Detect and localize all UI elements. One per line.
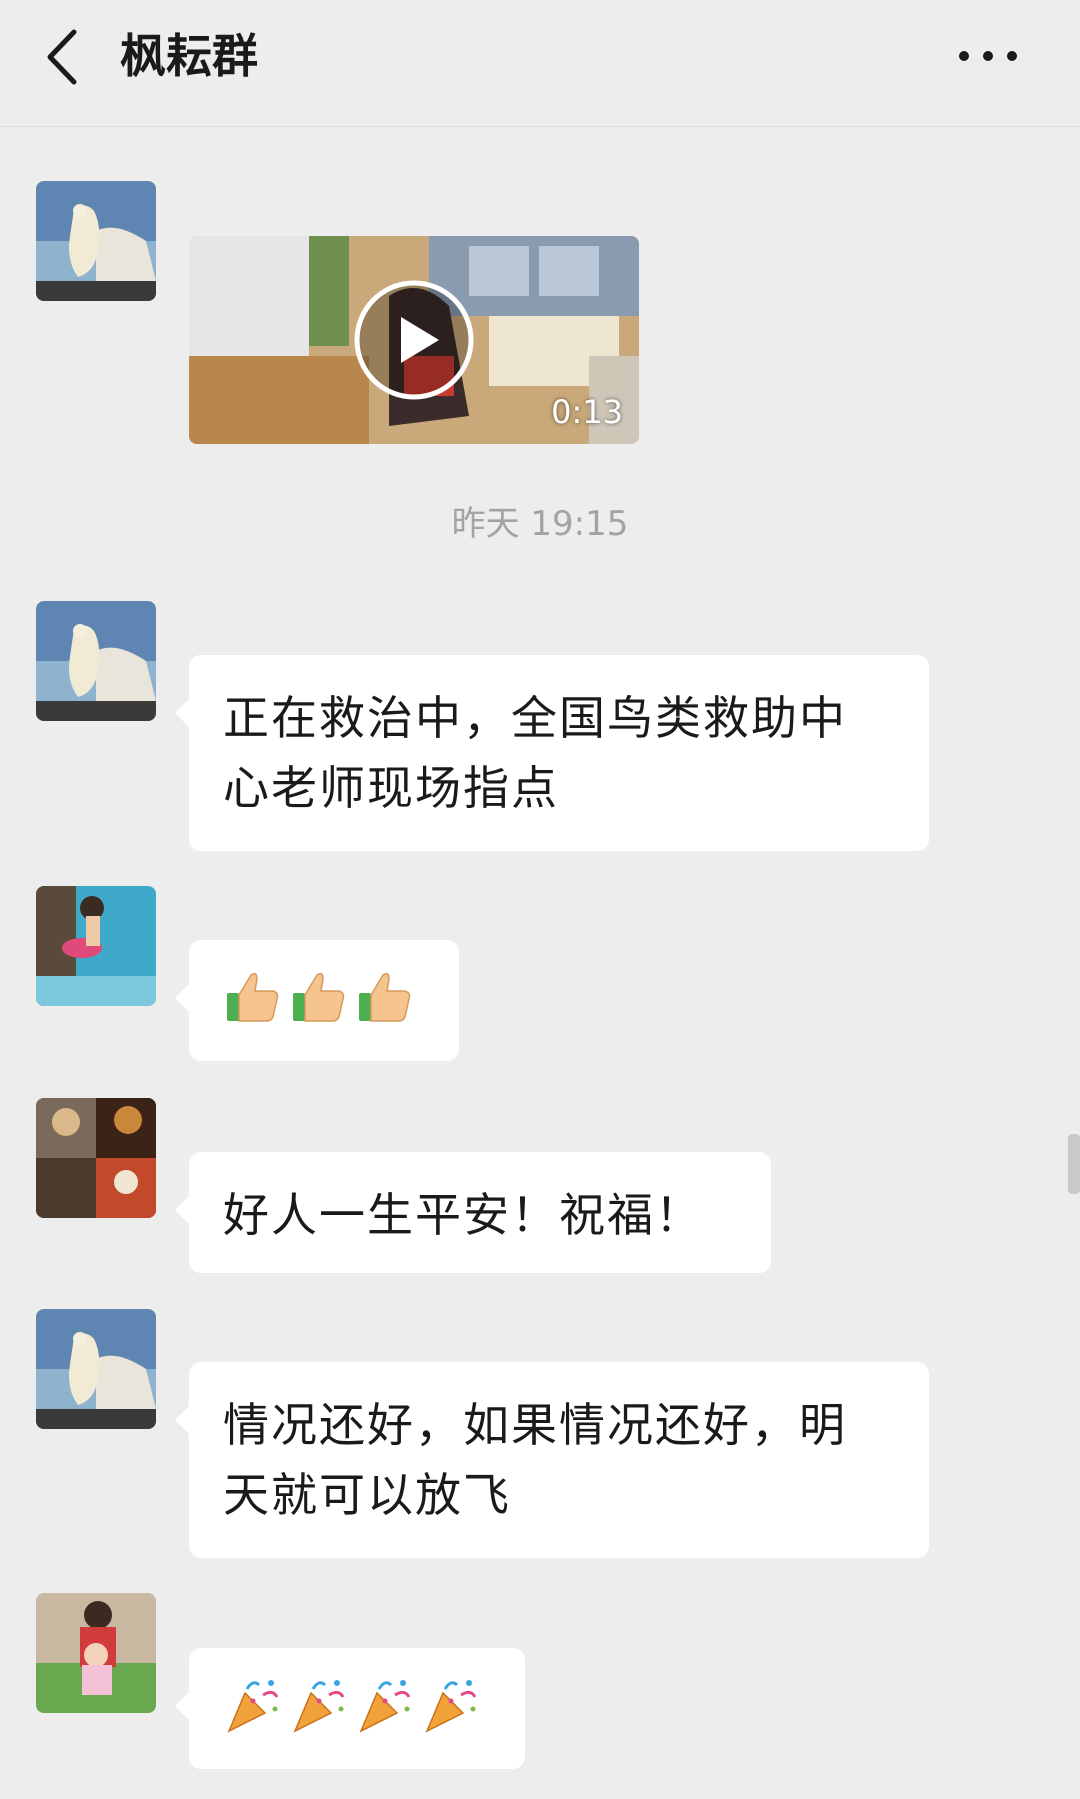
rock-band-avatar[interactable]	[36, 1098, 156, 1218]
party-popper-icon	[293, 1680, 345, 1733]
thumbs-up-icon	[359, 972, 411, 1022]
chat-bubble[interactable]: 好人一生平安！祝福！	[175, 1152, 771, 1273]
party-popper-icon	[425, 1680, 477, 1733]
message-line: 好人一生平安！祝福！	[223, 1188, 703, 1242]
back-arrow-icon[interactable]	[34, 22, 94, 92]
chat-bubble[interactable]: 正在救治中，全国鸟类救助中 心老师现场指点	[175, 655, 929, 851]
chat-header: 枫耘群	[0, 0, 1080, 127]
child-pool-avatar[interactable]	[36, 886, 156, 1006]
message-line: 天就可以放飞	[223, 1468, 511, 1522]
thumbs-up-icon	[227, 972, 279, 1022]
message-line: 正在救治中，全国鸟类救助中	[223, 691, 847, 745]
party-popper-icon	[227, 1680, 279, 1733]
play-icon[interactable]	[353, 279, 475, 401]
message-timestamp: 昨天 19:15	[451, 504, 629, 544]
more-dots-icon[interactable]	[948, 30, 1028, 80]
message-line: 情况还好，如果情况还好，明	[223, 1398, 847, 1452]
chat-screen: 枫耘群 0:13 昨天 19:15 正在救治中，全国鸟类救助中 心老师现场指点 …	[0, 0, 1080, 1799]
polar-bear-avatar[interactable]	[36, 601, 156, 721]
family-avatar[interactable]	[36, 1593, 156, 1713]
thumbs-up-icon	[293, 972, 345, 1022]
message-line: 心老师现场指点	[223, 761, 559, 815]
chat-bubble[interactable]	[175, 940, 459, 1061]
polar-bear-avatar[interactable]	[36, 181, 156, 301]
chat-bubble[interactable]: 情况还好，如果情况还好，明 天就可以放飞	[175, 1362, 929, 1558]
video-message[interactable]: 0:13	[189, 236, 639, 444]
polar-bear-avatar[interactable]	[36, 1309, 156, 1429]
video-duration: 0:13	[551, 393, 623, 431]
chat-bubble[interactable]	[175, 1648, 525, 1769]
page-title: 枫耘群	[120, 29, 258, 83]
party-popper-icon	[359, 1680, 411, 1733]
scrollbar[interactable]	[1068, 1134, 1080, 1194]
